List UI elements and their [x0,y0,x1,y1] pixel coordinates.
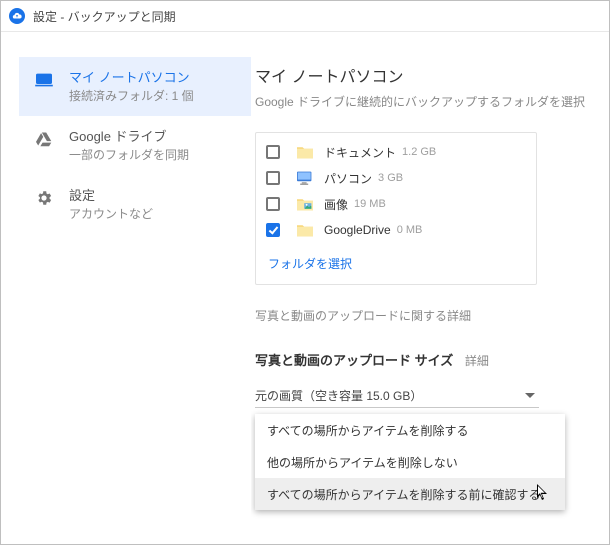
page-subtitle: Google ドライブに継続的にバックアップするフォルダを選択 [255,93,609,110]
page-title: マイ ノートパソコン [255,63,609,87]
checkbox[interactable] [266,171,280,185]
folder-size: 1.2 GB [402,146,436,158]
cloud-app-icon [9,8,25,24]
folder-row[interactable]: ドキュメント 1.2 GB [256,139,536,165]
computer-icon [294,169,316,187]
checkbox[interactable] [266,197,280,211]
quality-value: 元の画質（空き容量 15.0 GB） [255,387,422,404]
photo-upload-details-link[interactable]: 写真と動画のアップロードに関する詳細 [255,307,609,324]
sidebar-item-title: Google ドライブ [69,128,189,145]
choose-folder-row: フォルダを選択 [256,243,536,276]
sidebar-item-title: 設定 [69,187,153,204]
folder-list: ドキュメント 1.2 GB パソコン 3 GB 画像 [255,132,537,285]
main-panel: マイ ノートパソコン Google ドライブに継続的にバックアップするフォルダを… [251,57,609,544]
menu-item-ask-before-remove[interactable]: すべての場所からアイテムを削除する前に確認する [255,478,565,510]
quality-dropdown[interactable]: 元の画質（空き容量 15.0 GB） [255,383,539,408]
folder-pic-icon [294,195,316,213]
folder-name: パソコン [324,170,372,187]
window-title: 設定 - バックアップと同期 [33,8,176,25]
folder-size: 3 GB [378,172,403,184]
main-header: マイ ノートパソコン Google ドライブに継続的にバックアップするフォルダを… [255,57,609,118]
folder-name: GoogleDrive [324,223,391,237]
sidebar-item-subtitle: 一部のフォルダを同期 [69,147,189,163]
upload-size-heading: 写真と動画のアップロード サイズ 詳細 [255,350,609,369]
upload-size-details-link[interactable]: 詳細 [465,354,489,368]
folder-row[interactable]: パソコン 3 GB [256,165,536,191]
title-bar: 設定 - バックアップと同期 [1,1,609,32]
folder-row[interactable]: GoogleDrive 0 MB [256,217,536,243]
window-body: マイ ノートパソコン 接続済みフォルダ: 1 個 Google ドライブ 一部の… [19,57,609,544]
settings-window: 設定 - バックアップと同期 マイ ノートパソコン 接続済みフォルダ: 1 個 … [0,0,610,545]
sidebar-item-subtitle: アカウントなど [69,206,153,222]
drive-icon [33,130,55,148]
folder-size: 19 MB [354,198,386,210]
folder-icon [294,221,316,239]
folder-size: 0 MB [397,224,423,236]
sidebar: マイ ノートパソコン 接続済みフォルダ: 1 個 Google ドライブ 一部の… [19,57,251,544]
checkbox[interactable] [266,145,280,159]
gear-icon [33,189,55,207]
folder-doc-icon [294,143,316,161]
laptop-icon [33,71,55,89]
checkbox[interactable] [266,223,280,237]
folder-name: 画像 [324,196,348,213]
folder-row[interactable]: 画像 19 MB [256,191,536,217]
chevron-down-icon [525,393,535,398]
choose-folder-link[interactable]: フォルダを選択 [268,257,352,271]
menu-item-remove-everywhere[interactable]: すべての場所からアイテムを削除する [255,414,565,446]
sidebar-item-google-drive[interactable]: Google ドライブ 一部のフォルダを同期 [19,116,251,175]
menu-item-dont-remove-elsewhere[interactable]: 他の場所からアイテムを削除しない [255,446,565,478]
sidebar-item-my-laptop[interactable]: マイ ノートパソコン 接続済みフォルダ: 1 個 [19,57,251,116]
delete-options-menu: すべての場所からアイテムを削除する 他の場所からアイテムを削除しない すべての場… [255,414,565,510]
sidebar-item-settings[interactable]: 設定 アカウントなど [19,175,251,234]
folder-name: ドキュメント [324,144,396,161]
sidebar-item-title: マイ ノートパソコン [69,69,194,86]
upload-size-label: 写真と動画のアップロード サイズ [255,353,453,368]
sidebar-item-subtitle: 接続済みフォルダ: 1 個 [69,88,194,104]
